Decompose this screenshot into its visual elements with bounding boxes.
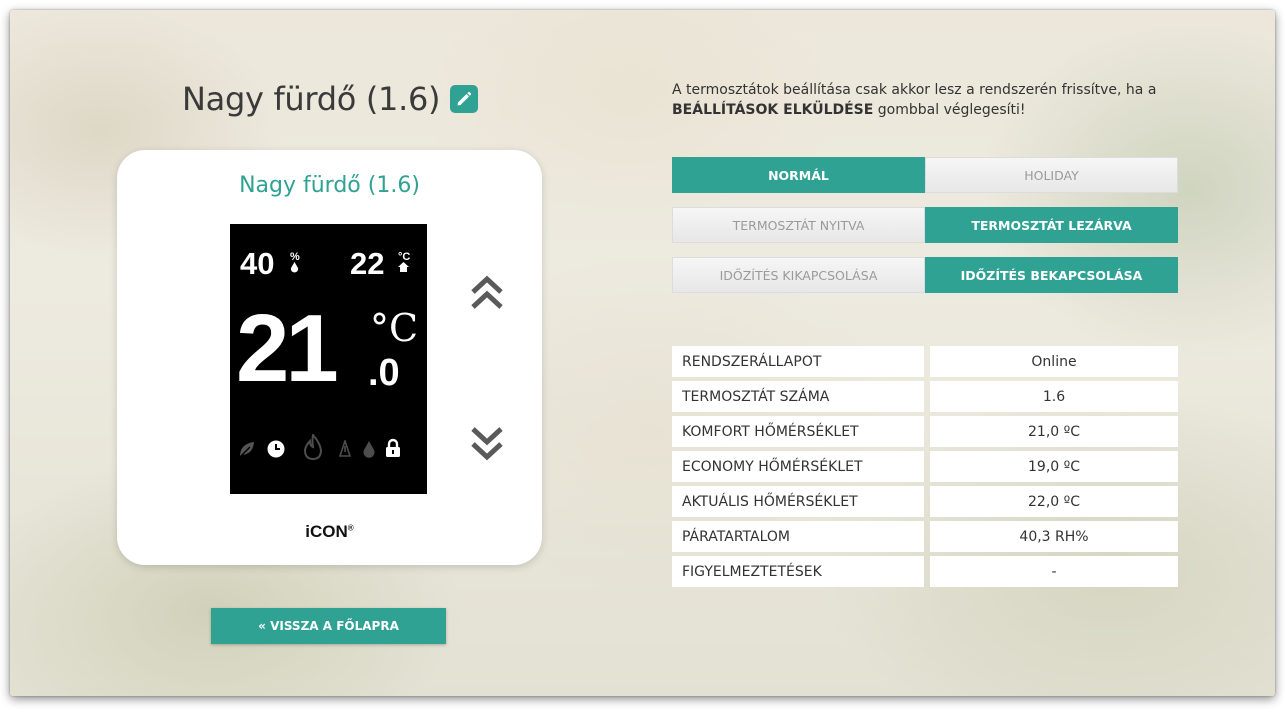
row-value: 1.6 [924,381,1178,412]
brand-mark: ® [347,523,354,533]
house-small-icon [398,262,409,272]
page-title-text: Nagy fürdő (1.6) [182,80,441,118]
flame-icon [303,434,323,460]
row-label: FIGYELMEZTETÉSEK [672,556,924,587]
droplet-icon [363,441,375,458]
pencil-icon [457,91,472,106]
settings-notice: A termosztátok beállítása csak akkor les… [672,80,1182,120]
edit-name-button[interactable] [450,85,479,113]
notice-text-2: gombbal véglegesíti! [873,102,1026,118]
table-row: FIGYELMEZTETÉSEK - [672,556,1178,587]
humidity-unit: % [290,252,300,275]
humidity-reading: 40 [240,246,275,281]
row-value: 21,0 ºC [924,416,1178,447]
row-label: ECONOMY HŐMÉRSÉKLET [672,451,924,482]
table-row: KOMFORT HŐMÉRSÉKLET 21,0 ºC [672,416,1178,447]
table-row: PÁRATARTALOM 40,3 RH% [672,521,1178,552]
row-value: 19,0 ºC [924,451,1178,482]
table-row: RENDSZERÁLLAPOT Online [672,346,1178,377]
lock-icon [386,438,400,457]
table-row: AKTUÁLIS HŐMÉRSÉKLET 22,0 ºC [672,486,1178,517]
target-temperature: 22 [350,246,385,281]
thermostat-card-title: Nagy fürdő (1.6) [239,173,420,198]
thermostat-display: 40 % 22 °C 21 °C .0 [230,224,427,494]
brand-name: iCON [305,522,348,541]
holiday-mode-button[interactable]: HOLIDAY [925,157,1178,193]
row-value: Online [924,346,1178,377]
row-label: RENDSZERÁLLAPOT [672,346,924,377]
unlock-thermostat-button[interactable]: TERMOSZTÁT NYITVA [672,207,925,243]
current-temperature-unit: °C [370,306,419,350]
page-frame: Nagy fürdő (1.6) Nagy fürdő (1.6) 40 % 2… [10,10,1275,696]
normal-mode-button[interactable]: NORMÁL [672,157,925,193]
temperature-up-button[interactable] [467,274,507,314]
notice-bold: BEÁLLÍTÁSOK ELKÜLDÉSE [672,102,874,118]
row-label: KOMFORT HŐMÉRSÉKLET [672,416,924,447]
row-label: PÁRATARTALOM [672,521,924,552]
brand-logo: iCON® [117,522,542,542]
weather-icon [338,440,352,457]
current-temperature: 21 [236,295,339,402]
table-row: TERMOSZTÁT SZÁMA 1.6 [672,381,1178,412]
clock-icon [267,440,285,458]
lock-toggle: TERMOSZTÁT NYITVA TERMOSZTÁT LEZÁRVA [672,207,1178,243]
mode-toggle: NORMÁL HOLIDAY [672,157,1178,193]
timer-toggle: IDŐZÍTÉS KIKAPCSOLÁSA IDŐZÍTÉS BEKAPCSOL… [672,257,1178,293]
row-label: AKTUÁLIS HŐMÉRSÉKLET [672,486,924,517]
droplet-small-icon [290,262,299,273]
temperature-down-button[interactable] [467,422,507,462]
row-label: TERMOSZTÁT SZÁMA [672,381,924,412]
row-value: - [924,556,1178,587]
status-table: RENDSZERÁLLAPOT Online TERMOSZTÁT SZÁMA … [672,342,1178,591]
table-row: ECONOMY HŐMÉRSÉKLET 19,0 ºC [672,451,1178,482]
leaf-icon [239,442,254,458]
timer-off-button[interactable]: IDŐZÍTÉS KIKAPCSOLÁSA [672,257,925,293]
target-unit: °C [398,252,410,274]
row-value: 22,0 ºC [924,486,1178,517]
notice-text-1: A termosztátok beállítása csak akkor les… [672,82,1157,98]
lock-thermostat-button[interactable]: TERMOSZTÁT LEZÁRVA [925,207,1178,243]
current-temperature-decimal: .0 [368,352,400,394]
row-value: 40,3 RH% [924,521,1178,552]
back-to-home-button[interactable]: « VISSZA A FŐLAPRA [211,608,446,644]
timer-on-button[interactable]: IDŐZÍTÉS BEKAPCSOLÁSA [925,257,1178,293]
page-title: Nagy fürdő (1.6) [182,80,479,118]
status-table-body: RENDSZERÁLLAPOT Online TERMOSZTÁT SZÁMA … [672,346,1178,587]
thermostat-card: Nagy fürdő (1.6) 40 % 22 °C 21 °C .0 iCO… [117,150,542,565]
